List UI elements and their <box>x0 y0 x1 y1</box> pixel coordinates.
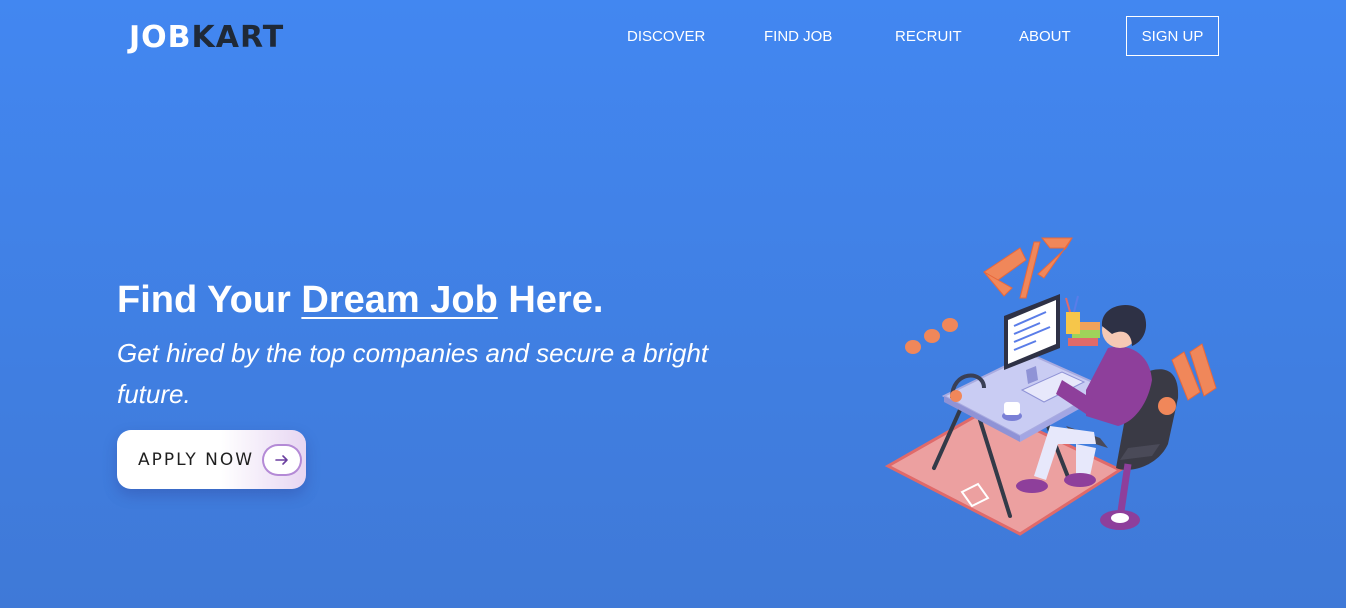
nav-about-link[interactable]: ABOUT <box>1019 28 1071 46</box>
nav-discover-link[interactable]: DISCOVER <box>627 28 705 46</box>
hero-title-prefix: Find Your <box>117 279 291 321</box>
brand-logo-part2: KART <box>191 20 285 55</box>
hero-title: Find Your Dream Job Here. <box>117 278 603 322</box>
signup-button[interactable]: SIGN UP <box>1126 16 1219 56</box>
signup-button-label: SIGN UP <box>1141 27 1204 45</box>
brand-logo-part1: JOB <box>129 20 192 55</box>
hero-title-highlight: Dream Job <box>301 279 498 321</box>
arrow-right-icon <box>264 446 300 474</box>
apply-now-label: APPLY NOW <box>138 449 255 470</box>
hero-title-suffix: Here. <box>508 279 604 321</box>
ellipsis-icon <box>905 318 958 354</box>
brand-logo[interactable]: JOBKART <box>129 20 284 56</box>
apply-now-button[interactable]: APPLY NOW <box>117 430 306 489</box>
navbar: JOBKART DISCOVER FIND JOB RECRUIT ABOUT … <box>0 0 1346 76</box>
pause-icon <box>1171 343 1217 401</box>
code-brackets-icon <box>983 237 1073 299</box>
developer-at-desk-illustration <box>884 237 1217 536</box>
nav-recruit-link[interactable]: RECRUIT <box>895 28 962 46</box>
hero-subtitle: Get hired by the top companies and secur… <box>117 338 709 409</box>
nav-find-job-link[interactable]: FIND JOB <box>764 28 832 46</box>
